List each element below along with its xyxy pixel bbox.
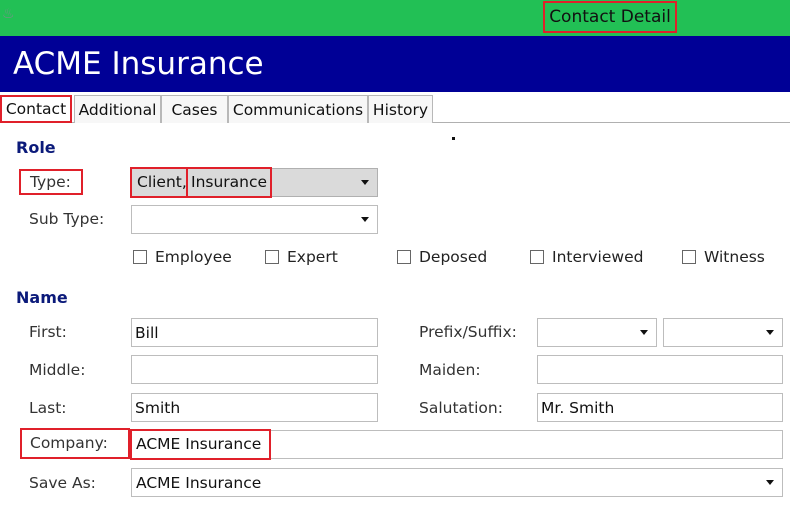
chevron-down-icon <box>766 480 774 485</box>
section-name-title: Name <box>16 288 68 307</box>
checkbox-icon[interactable] <box>397 250 411 264</box>
chevron-down-icon <box>361 217 369 222</box>
salutation-field[interactable]: Mr. Smith <box>537 393 783 422</box>
checkbox-employee-label: Employee <box>155 248 232 266</box>
subtype-select[interactable] <box>131 205 378 234</box>
type-label: Type: <box>19 169 83 195</box>
header-banner: ACME Insurance <box>0 36 790 92</box>
checkbox-icon[interactable] <box>265 250 279 264</box>
checkbox-expert-label: Expert <box>287 248 338 266</box>
title-bar: ♨ Contact Detail <box>0 0 790 36</box>
company-label: Company: <box>20 428 130 459</box>
suffix-select[interactable] <box>663 318 783 347</box>
window-title: Contact Detail <box>543 1 677 33</box>
checkbox-icon[interactable] <box>133 250 147 264</box>
salutation-label: Salutation: <box>419 399 503 417</box>
last-label: Last: <box>29 399 67 417</box>
checkbox-deposed-label: Deposed <box>419 248 488 266</box>
app-icon: ♨ <box>2 6 15 22</box>
chevron-down-icon <box>640 330 648 335</box>
checkbox-interviewed[interactable]: Interviewed <box>530 248 643 266</box>
maiden-name-field[interactable] <box>537 355 783 384</box>
company-field[interactable]: ACME Insurance <box>130 429 783 460</box>
tab-communications[interactable]: Communications <box>228 95 368 123</box>
checkbox-deposed[interactable]: Deposed <box>397 248 487 266</box>
tab-history[interactable]: History <box>368 95 433 123</box>
last-name-field[interactable]: Smith <box>131 393 378 422</box>
checkbox-witness[interactable]: Witness <box>682 248 765 266</box>
prefix-suffix-label: Prefix/Suffix: <box>419 323 517 341</box>
type-value-client: Client, <box>130 167 188 198</box>
saveas-label: Save As: <box>29 474 96 492</box>
checkbox-icon[interactable] <box>682 250 696 264</box>
chevron-down-icon <box>361 180 369 185</box>
type-select[interactable]: Client, Insurance <box>130 167 378 198</box>
first-name-field[interactable]: Bill <box>131 318 378 347</box>
first-label: First: <box>29 323 67 341</box>
tab-cases[interactable]: Cases <box>161 95 228 123</box>
chevron-down-icon <box>766 330 774 335</box>
checkbox-expert[interactable]: Expert <box>265 248 338 266</box>
company-value: ACME Insurance <box>130 429 271 460</box>
checkbox-employee[interactable]: Employee <box>133 248 232 266</box>
tab-strip: Contact Additional Cases Communications … <box>0 94 790 123</box>
stray-dot <box>452 137 455 140</box>
checkbox-icon[interactable] <box>530 250 544 264</box>
section-role-title: Role <box>16 138 56 157</box>
prefix-select[interactable] <box>537 318 657 347</box>
checkbox-witness-label: Witness <box>704 248 765 266</box>
tab-contact[interactable]: Contact <box>0 95 72 123</box>
middle-name-field[interactable] <box>131 355 378 384</box>
type-value-insurance: Insurance <box>186 167 272 198</box>
subtype-label: Sub Type: <box>29 210 105 228</box>
tab-additional[interactable]: Additional <box>74 95 161 123</box>
checkbox-interviewed-label: Interviewed <box>552 248 644 266</box>
maiden-label: Maiden: <box>419 361 481 379</box>
middle-label: Middle: <box>29 361 86 379</box>
page-title: ACME Insurance <box>13 46 264 82</box>
saveas-select[interactable]: ACME Insurance <box>131 468 783 497</box>
saveas-value: ACME Insurance <box>136 474 262 492</box>
